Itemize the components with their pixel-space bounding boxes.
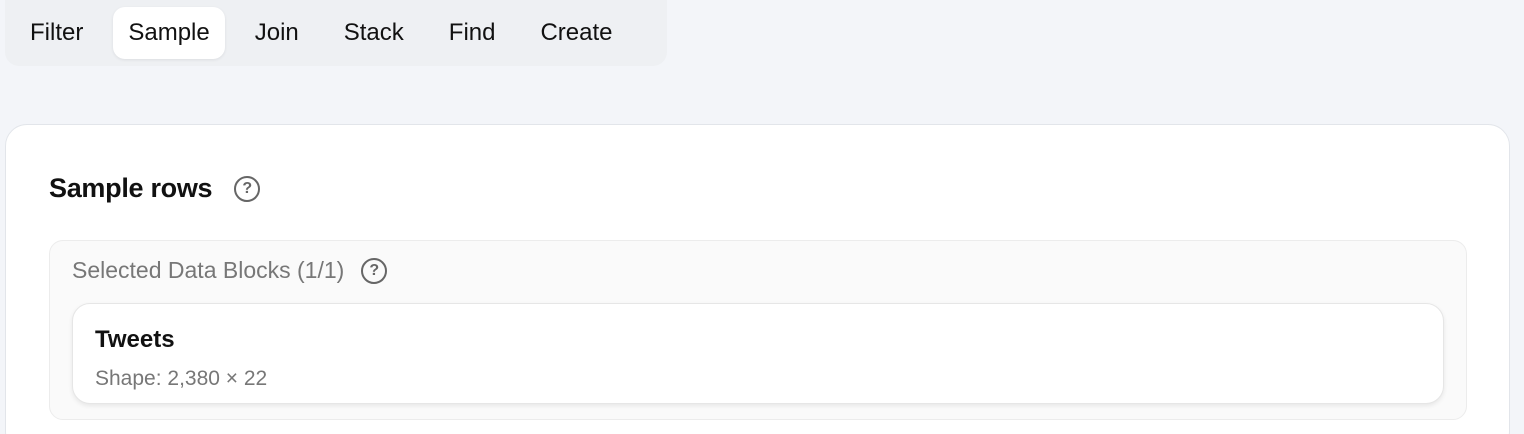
tab-create[interactable]: Create bbox=[525, 7, 627, 59]
selected-data-blocks-header: Selected Data Blocks (1/1) ? bbox=[72, 257, 388, 284]
tab-sample[interactable]: Sample bbox=[113, 7, 225, 59]
data-block-shape: Shape: 2,380 × 22 bbox=[95, 367, 268, 390]
selected-data-blocks-title: Selected Data Blocks (1/1) bbox=[72, 257, 345, 283]
panel-header: Sample rows ? bbox=[49, 173, 261, 204]
operation-tab-bar: Filter Sample Join Stack Find Create bbox=[5, 0, 667, 66]
tab-join[interactable]: Join bbox=[240, 7, 314, 59]
panel-title: Sample rows bbox=[49, 173, 213, 203]
question-circle-icon[interactable]: ? bbox=[361, 257, 388, 284]
data-block-name: Tweets bbox=[95, 326, 175, 353]
selected-data-blocks: Selected Data Blocks (1/1) ? Tweets Shap… bbox=[49, 240, 1467, 420]
tab-find[interactable]: Find bbox=[434, 7, 511, 59]
question-circle-icon[interactable]: ? bbox=[234, 175, 261, 202]
tab-filter[interactable]: Filter bbox=[15, 7, 98, 59]
tab-stack[interactable]: Stack bbox=[329, 7, 419, 59]
sample-rows-panel: Sample rows ? Selected Data Blocks (1/1)… bbox=[5, 124, 1510, 434]
data-block-card[interactable]: Tweets Shape: 2,380 × 22 bbox=[72, 303, 1444, 404]
page: Filter Sample Join Stack Find Create Sam… bbox=[0, 0, 1524, 434]
